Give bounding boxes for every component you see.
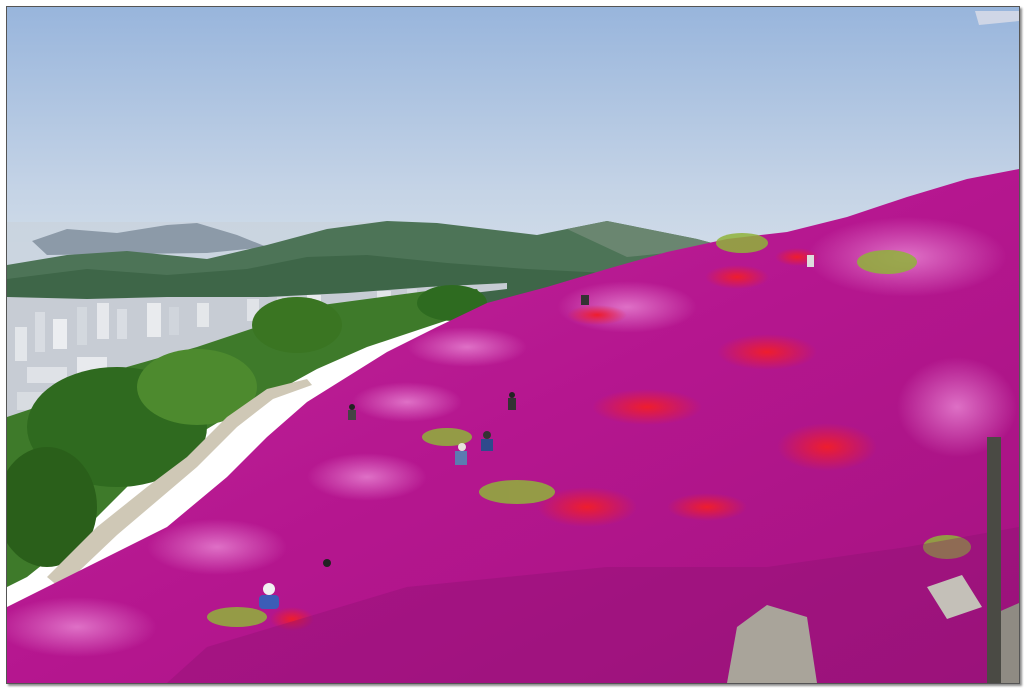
photo-frame	[6, 6, 1020, 684]
landscape-photo	[7, 7, 1019, 683]
fence-post	[987, 437, 1001, 683]
